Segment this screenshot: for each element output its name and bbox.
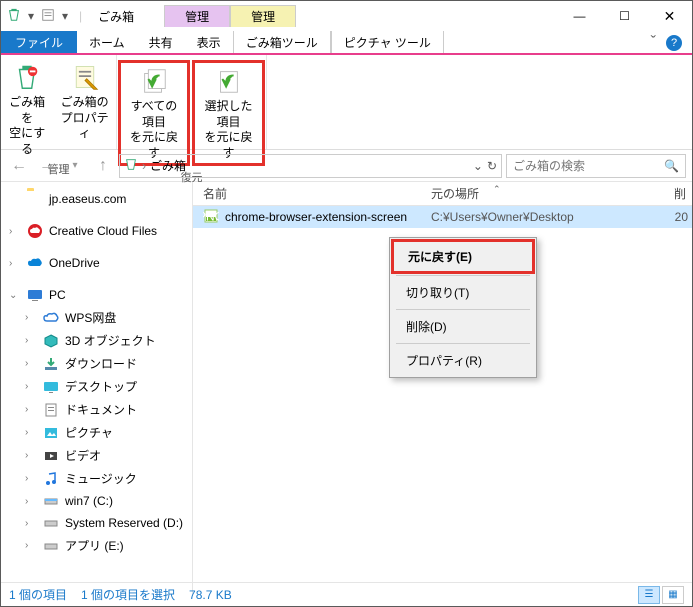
tree-wps[interactable]: ›WPS网盘 [1, 306, 192, 329]
svg-text:PNG: PNG [203, 209, 219, 223]
tree-3d[interactable]: ›3D オブジェクト [1, 329, 192, 352]
desktop-icon [43, 379, 59, 395]
view-icons-button[interactable]: ▦ [662, 586, 684, 604]
col-deleted[interactable]: 削 [668, 185, 692, 202]
ctx-restore[interactable]: 元に戻す(E) [394, 242, 532, 271]
address-segment[interactable]: ごみ箱 [150, 157, 186, 174]
recycle-bin-icon [7, 8, 21, 25]
tree-pictures[interactable]: ›ピクチャ [1, 421, 192, 444]
back-button[interactable]: ← [7, 154, 31, 178]
tab-picture-tools[interactable]: ピクチャ ツール [331, 31, 444, 54]
view-details-button[interactable]: ☰ [638, 586, 660, 604]
tree-easeus[interactable]: jp.easeus.com [1, 188, 192, 210]
search-box[interactable]: ごみ箱の検索 🔍 [506, 154, 686, 178]
download-icon [43, 356, 59, 372]
qat-dropdown-2[interactable]: ▾ [57, 6, 73, 26]
tree-drive-d[interactable]: ›System Reserved (D:) [1, 512, 192, 534]
menu-bar: ファイル ホーム 共有 表示 ごみ箱ツール ピクチャ ツール ˇ ? [1, 31, 692, 55]
navigation-tree[interactable]: jp.easeus.com ›Creative Cloud Files ›One… [1, 182, 193, 595]
col-name[interactable]: 名前 [193, 185, 425, 202]
tree-videos[interactable]: ›ビデオ [1, 444, 192, 467]
creative-cloud-icon [27, 223, 43, 239]
status-count: 1 個の項目 [9, 586, 67, 603]
tree-downloads[interactable]: ›ダウンロード [1, 352, 192, 375]
tree-onedrive[interactable]: ›OneDrive [1, 252, 192, 274]
empty-bin-icon [11, 61, 43, 93]
address-dropdown[interactable]: ⌄ [473, 159, 483, 173]
pc-icon [27, 287, 43, 303]
contextual-tab-picture[interactable]: 管理 [230, 5, 296, 27]
recycle-bin-properties-button[interactable]: ごみ箱の プロパティ [53, 59, 116, 159]
tree-drive-e[interactable]: ›アプリ (E:) [1, 534, 192, 557]
restore-selected-icon [212, 65, 244, 97]
tree-pc[interactable]: ⌄PC [1, 284, 192, 306]
png-icon: PNG [203, 208, 219, 227]
context-menu: 元に戻す(E) 切り取り(T) 削除(D) プロパティ(R) [389, 237, 537, 378]
recycle-bin-icon [124, 157, 138, 174]
drive-icon [43, 493, 59, 509]
help-icon[interactable]: ? [666, 35, 682, 51]
status-bar: 1 個の項目 1 個の項目を選択 78.7 KB ☰ ▦ [1, 582, 692, 606]
empty-recycle-bin-button[interactable]: ごみ箱を 空にする [1, 59, 53, 159]
music-icon [43, 471, 59, 487]
close-button[interactable]: ✕ [647, 2, 692, 31]
documents-icon [43, 402, 59, 418]
navigation-bar: ← → ▾ ↑ › ごみ箱 ⌄ ↻ ごみ箱の検索 🔍 [1, 150, 692, 182]
tab-recyclebin-tools[interactable]: ごみ箱ツール [233, 31, 331, 54]
forward-button[interactable]: → [35, 154, 59, 178]
search-placeholder: ごみ箱の検索 [513, 157, 585, 174]
window-title: ごみ箱 [98, 8, 134, 25]
tab-share[interactable]: 共有 [137, 31, 185, 54]
pictures-icon [43, 425, 59, 441]
ctx-cut[interactable]: 切り取り(T) [392, 278, 534, 307]
restore-selected-button[interactable]: 選択した項目 を元に戻す [192, 60, 265, 166]
status-size: 78.7 KB [189, 588, 232, 602]
ctx-delete[interactable]: 削除(D) [392, 312, 534, 341]
tab-view[interactable]: 表示 [185, 31, 233, 54]
tree-documents[interactable]: ›ドキュメント [1, 398, 192, 421]
file-tab[interactable]: ファイル [1, 31, 77, 54]
ribbon: ごみ箱を 空にする ごみ箱の プロパティ 管理 すべての項目 を元に戻す 選択し… [1, 55, 692, 150]
ctx-properties[interactable]: プロパティ(R) [392, 346, 534, 375]
qat-dropdown[interactable]: ▾ [23, 6, 39, 26]
up-button[interactable]: ↑ [91, 154, 115, 178]
maximize-button[interactable]: ☐ [602, 2, 647, 31]
onedrive-icon [27, 255, 43, 271]
properties-icon [69, 61, 101, 93]
contextual-tab-recycle[interactable]: 管理 [164, 5, 230, 27]
drive-icon [43, 515, 59, 531]
3d-icon [43, 333, 59, 349]
file-row[interactable]: PNGchrome-browser-extension-screen C:¥Us… [193, 206, 692, 228]
address-bar[interactable]: › ごみ箱 ⌄ ↻ [119, 154, 502, 178]
cloud-icon [43, 310, 59, 326]
tree-desktop[interactable]: ›デスクトップ [1, 375, 192, 398]
tree-creative-cloud[interactable]: ›Creative Cloud Files [1, 220, 192, 242]
tree-drive-c[interactable]: ›win7 (C:) [1, 490, 192, 512]
refresh-button[interactable]: ↻ [487, 159, 497, 173]
qat-properties-icon[interactable] [41, 8, 55, 25]
videos-icon [43, 448, 59, 464]
ribbon-collapse[interactable]: ˇ [651, 34, 656, 52]
title-bar: ▾ ▾ | ごみ箱 管理 管理 — ☐ ✕ [1, 1, 692, 31]
minimize-button[interactable]: — [557, 2, 602, 31]
recent-dropdown[interactable]: ▾ [63, 154, 87, 178]
status-selection: 1 個の項目を選択 [81, 586, 175, 603]
sort-indicator: ⌃ [493, 184, 501, 195]
column-headers: 名前 元の場所 削 [193, 182, 692, 206]
col-location[interactable]: 元の場所 [425, 185, 668, 202]
drive-icon [43, 538, 59, 554]
tree-music[interactable]: ›ミュージック [1, 467, 192, 490]
search-icon: 🔍 [664, 159, 679, 173]
restore-all-icon [138, 65, 170, 97]
address-sep[interactable]: › [142, 159, 146, 173]
tab-home[interactable]: ホーム [77, 31, 137, 54]
restore-all-button[interactable]: すべての項目 を元に戻す [118, 60, 190, 166]
